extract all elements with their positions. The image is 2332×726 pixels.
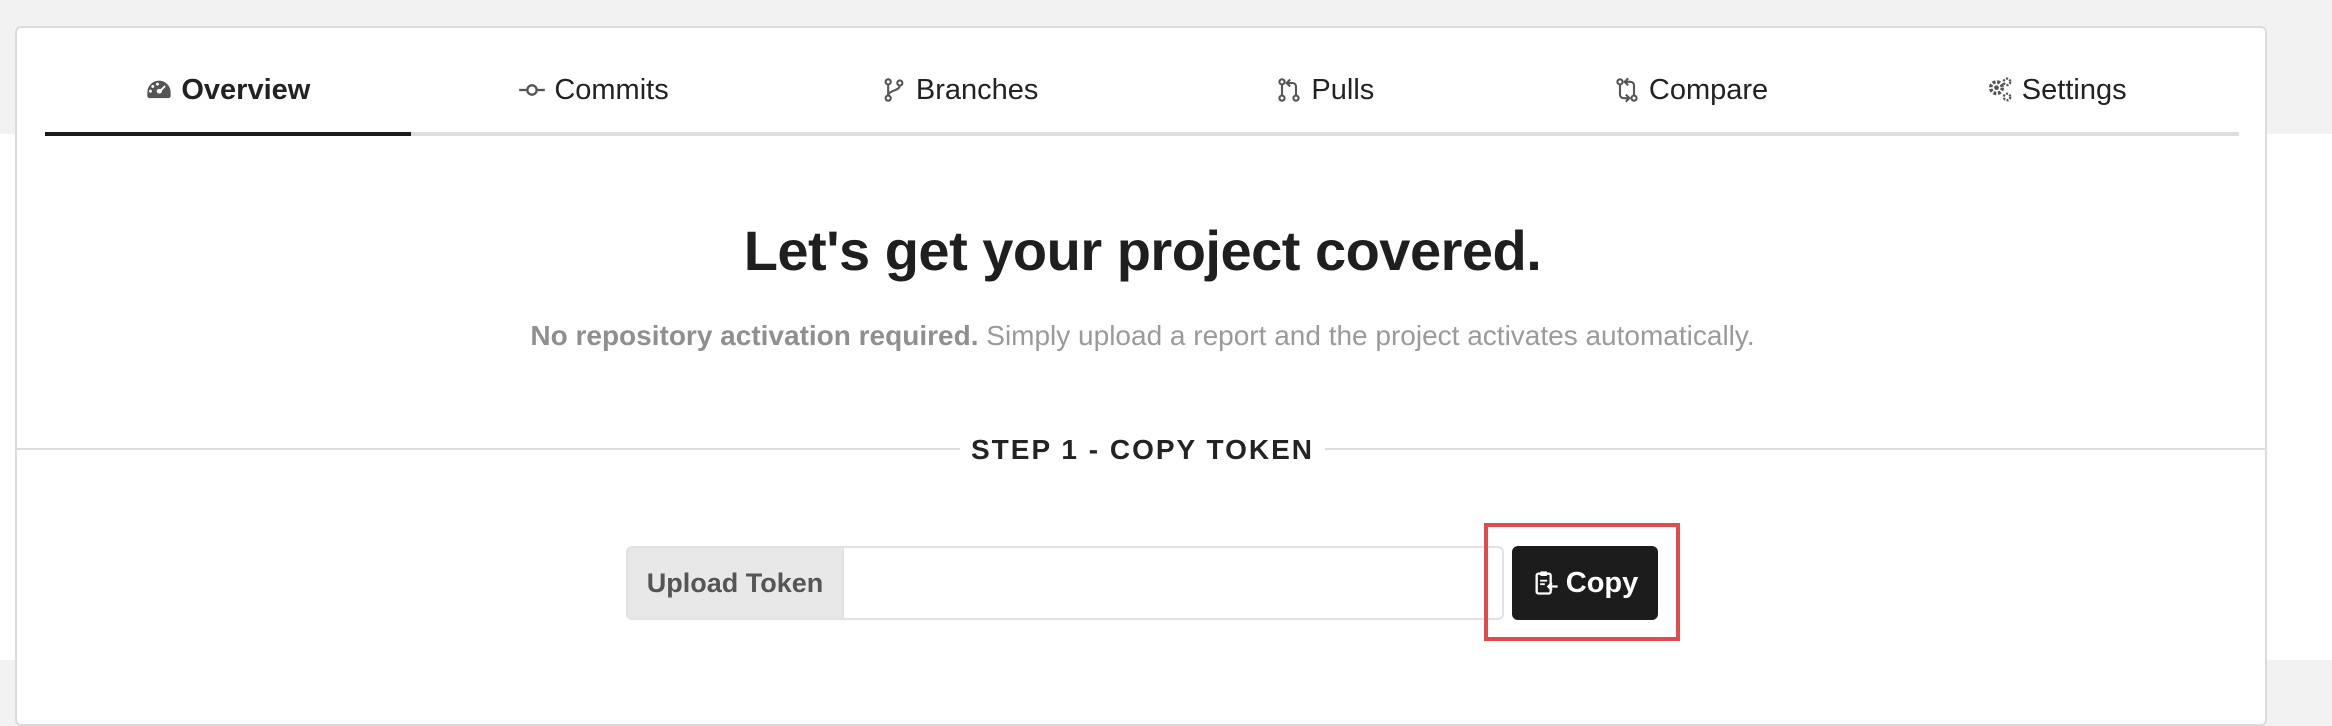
tab-commits[interactable]: Commits: [411, 54, 777, 126]
upload-token-input[interactable]: [844, 546, 1504, 620]
step-1-heading: STEP 1 - COPY TOKEN: [960, 430, 1325, 470]
dashboard-icon: [145, 76, 173, 104]
tab-overview-label: Overview: [181, 73, 311, 106]
subline-text: Simply upload a report and the project a…: [978, 320, 1755, 351]
tab-compare-label: Compare: [1648, 73, 1769, 106]
gears-icon: [1986, 76, 2014, 104]
page-subline: No repository activation required. Simpl…: [0, 320, 2285, 352]
tab-settings-label: Settings: [2021, 73, 2127, 106]
pull-request-icon: [1275, 76, 1303, 104]
compare-icon: [1613, 76, 1641, 104]
tab-settings[interactable]: Settings: [1873, 54, 2239, 126]
tab-compare[interactable]: Compare: [1508, 54, 1874, 126]
copy-button-label: Copy: [1565, 566, 1639, 599]
tab-commits-label: Commits: [554, 73, 669, 106]
commit-icon: [518, 76, 546, 104]
clipboard-icon: [1532, 569, 1560, 597]
tab-pulls-label: Pulls: [1311, 73, 1375, 106]
tab-pulls[interactable]: Pulls: [1142, 54, 1508, 126]
tab-branches[interactable]: Branches: [776, 54, 1142, 126]
branch-icon: [880, 76, 908, 104]
tab-branches-label: Branches: [915, 73, 1039, 106]
page-headline: Let's get your project covered.: [743, 219, 1542, 282]
upload-token-group: Upload Token: [626, 546, 1504, 620]
upload-token-label: Upload Token: [626, 546, 844, 620]
copy-token-button[interactable]: Copy: [1512, 546, 1658, 620]
subline-emphasis: No repository activation required.: [530, 320, 979, 351]
tab-overview[interactable]: Overview: [45, 54, 411, 136]
tab-bar: Overview Commits Branches Pulls Compare …: [45, 60, 2239, 136]
